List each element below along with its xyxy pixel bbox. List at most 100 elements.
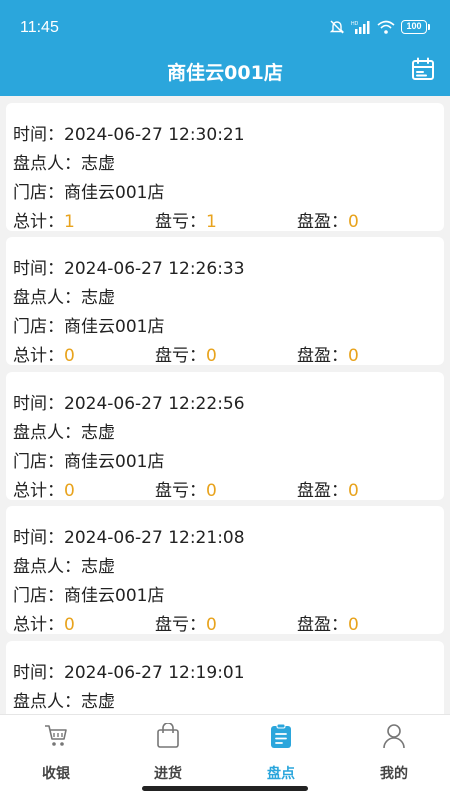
store-label: 门店：: [13, 183, 64, 203]
total-value: 0: [64, 481, 75, 501]
loss-value: 1: [206, 212, 217, 232]
home-indicator: [142, 786, 308, 791]
record-person: 志虚: [81, 692, 115, 712]
loss-label: 盘亏：: [155, 615, 206, 635]
time-label: 时间：: [13, 125, 64, 145]
record-person: 志虚: [81, 423, 115, 443]
record-person: 志虚: [81, 557, 115, 577]
loss-label: 盘亏：: [155, 212, 206, 232]
record-time-row: 时间：2024-06-27 12:26:33: [13, 254, 245, 279]
record-card[interactable]: 时间：2024-06-27 12:30:21 盘点人：志虚 门店：商佳云001店 总计…: [6, 103, 444, 232]
tab-label: 进货: [154, 766, 182, 782]
time-label: 时间：: [13, 528, 64, 548]
total-stat: 总计：1: [13, 207, 75, 232]
store-label: 门店：: [13, 317, 64, 337]
total-value: 1: [64, 212, 75, 232]
loss-value: 0: [206, 615, 217, 635]
signal-icon: HD: [351, 21, 370, 34]
time-label: 时间：: [13, 259, 64, 279]
gain-value: 0: [348, 615, 359, 635]
total-label: 总计：: [13, 481, 64, 501]
gain-value: 0: [348, 481, 359, 501]
tab-bag[interactable]: 进货: [112, 715, 224, 793]
time-label: 时间：: [13, 394, 64, 414]
record-time: 2024-06-27 12:30:21: [64, 125, 245, 145]
calendar-icon[interactable]: [411, 57, 435, 81]
tab-cart[interactable]: 收银: [0, 715, 112, 793]
record-store: 商佳云001店: [64, 586, 165, 606]
loss-value: 0: [206, 481, 217, 501]
store-label: 门店：: [13, 452, 64, 472]
svg-text:HD: HD: [351, 21, 359, 27]
status-time: 11:45: [20, 19, 59, 36]
record-person: 志虚: [81, 154, 115, 174]
mute-icon: [329, 20, 345, 34]
gain-value: 0: [348, 212, 359, 232]
person-label: 盘点人：: [13, 154, 81, 174]
inventory-record-list[interactable]: 时间：2024-06-27 12:30:21 盘点人：志虚 门店：商佳云001店 总计…: [0, 96, 450, 714]
gain-label: 盘盈：: [297, 346, 348, 366]
tab-label: 盘点: [267, 766, 295, 782]
time-label: 时间：: [13, 663, 64, 683]
person-label: 盘点人：: [13, 557, 81, 577]
gain-stat: 盘盈：0: [297, 476, 359, 501]
gain-stat: 盘盈：0: [297, 610, 359, 635]
record-card[interactable]: 时间：2024-06-27 12:22:56 盘点人：志虚 门店：商佳云001店 总计…: [6, 372, 444, 501]
app-header: 11:45 HD 100 商佳云001店: [0, 0, 450, 96]
total-label: 总计：: [13, 212, 64, 232]
record-store: 商佳云001店: [64, 183, 165, 203]
total-stat: 总计：0: [13, 341, 75, 366]
record-person-row: 盘点人：志虚: [13, 687, 115, 712]
loss-label: 盘亏：: [155, 346, 206, 366]
tab-label: 收银: [42, 766, 70, 782]
gain-label: 盘盈：: [297, 481, 348, 501]
gain-label: 盘盈：: [297, 212, 348, 232]
bag-icon: [156, 722, 180, 749]
record-time-row: 时间：2024-06-27 12:22:56: [13, 389, 245, 414]
record-store-row: 门店：商佳云001店: [13, 581, 164, 606]
loss-stat: 盘亏：0: [155, 476, 217, 501]
tab-user[interactable]: 我的: [338, 715, 450, 793]
page-title: 商佳云001店: [167, 62, 283, 84]
total-stat: 总计：0: [13, 610, 75, 635]
record-card[interactable]: 时间：2024-06-27 12:19:01盘点人：志虚门店：商佳云001店总计…: [6, 641, 444, 714]
record-store: 商佳云001店: [64, 317, 165, 337]
cart-icon: [44, 723, 68, 749]
clipboard-icon: [269, 723, 293, 749]
loss-stat: 盘亏：0: [155, 610, 217, 635]
record-person-row: 盘点人：志虚: [13, 418, 115, 443]
record-card[interactable]: 时间：2024-06-27 12:26:33 盘点人：志虚 门店：商佳云001店 总计…: [6, 237, 444, 366]
loss-stat: 盘亏：0: [155, 341, 217, 366]
gain-label: 盘盈：: [297, 615, 348, 635]
record-time: 2024-06-27 12:19:01: [64, 663, 245, 683]
record-time-row: 时间：2024-06-27 12:30:21: [13, 120, 245, 145]
store-label: 门店：: [13, 586, 64, 606]
total-stat: 总计：0: [13, 476, 75, 501]
record-card[interactable]: 时间：2024-06-27 12:21:08 盘点人：志虚 门店：商佳云001店 总计…: [6, 506, 444, 635]
record-person: 志虚: [81, 288, 115, 308]
record-store-row: 门店：商佳云001店: [13, 312, 164, 337]
status-icons: HD 100: [329, 19, 430, 35]
gain-value: 0: [348, 346, 359, 366]
record-store-row: 门店：商佳云001店: [13, 178, 164, 203]
tab-label: 我的: [380, 766, 408, 782]
record-time: 2024-06-27 12:21:08: [64, 528, 245, 548]
total-label: 总计：: [13, 615, 64, 635]
battery-icon: 100: [401, 20, 430, 34]
battery-level: 100: [401, 20, 427, 34]
record-store: 商佳云001店: [64, 452, 165, 472]
total-value: 0: [64, 346, 75, 366]
record-person-row: 盘点人：志虚: [13, 149, 115, 174]
loss-label: 盘亏：: [155, 481, 206, 501]
loss-stat: 盘亏：1: [155, 207, 217, 232]
total-value: 0: [64, 615, 75, 635]
person-label: 盘点人：: [13, 692, 81, 712]
record-person-row: 盘点人：志虚: [13, 283, 115, 308]
tab-clipboard[interactable]: 盘点: [225, 715, 337, 793]
gain-stat: 盘盈：0: [297, 207, 359, 232]
person-label: 盘点人：: [13, 288, 81, 308]
user-icon: [382, 723, 406, 749]
record-person-row: 盘点人：志虚: [13, 552, 115, 577]
wifi-icon: [377, 20, 395, 34]
total-label: 总计：: [13, 346, 64, 366]
